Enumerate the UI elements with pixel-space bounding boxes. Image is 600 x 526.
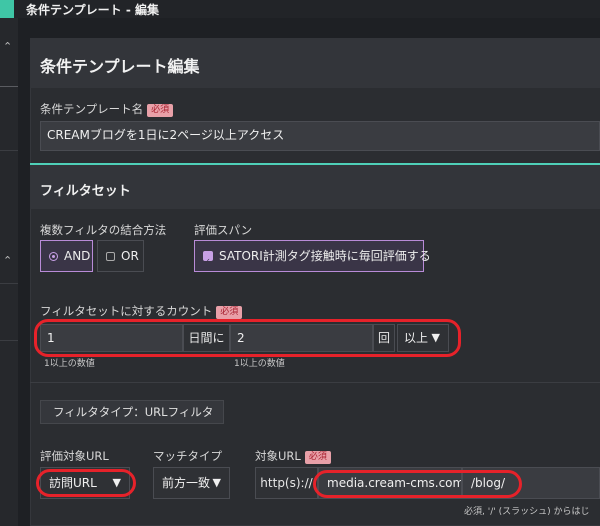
target-url-label: 評価対象URL [40, 449, 109, 463]
sidebar-divider [0, 340, 18, 341]
count-label: フィルタセットに対するカウント 必須 [40, 303, 243, 319]
sidebar-divider [0, 283, 18, 284]
brand-accent [0, 0, 14, 18]
chevron-up-icon[interactable]: ⌃ [3, 254, 12, 267]
match-type-value: 前方一致 [162, 476, 211, 490]
check-icon [203, 247, 213, 277]
window-title: 条件テンプレート - 編集 [26, 3, 159, 17]
comparator-value: 以上 [404, 331, 429, 345]
sidebar: ⌃ ⌃ [0, 18, 18, 526]
url-scheme-prefix: http(s):// [255, 467, 318, 499]
page-title: 条件テンプレート編集 [40, 57, 200, 76]
days-hint: 1以上の数値 [44, 359, 95, 369]
times-hint: 1以上の数値 [234, 359, 285, 369]
times-suffix: 回 [373, 324, 395, 352]
radio-and[interactable]: AND [40, 240, 93, 272]
radio-and-label: AND [64, 249, 91, 263]
eval-each-contact-checkbox[interactable]: SATORI計測タグ接触時に毎回評価する [194, 240, 431, 277]
required-badge: 必須 [216, 306, 243, 319]
template-name-input[interactable]: CREAMブログを1日に2ページ以上アクセス [40, 121, 600, 151]
match-type-label: マッチタイプ [153, 449, 222, 463]
radio-or-label: OR [121, 249, 139, 263]
match-type-select[interactable]: 前方一致 ▼ [153, 467, 230, 499]
sidebar-divider [0, 86, 18, 87]
target-url-select[interactable]: 訪問URL ▼ [40, 467, 130, 499]
filter-divider [30, 382, 600, 383]
radio-selected-icon [49, 252, 58, 261]
title-bar: 条件テンプレート - 編集 [0, 0, 600, 18]
url-path-input[interactable]: /blog/ [462, 467, 600, 499]
radio-unselected-icon [106, 252, 115, 261]
filter-type-tag: フィルタタイプ：URLフィルタ [40, 400, 224, 424]
filter-set-title: フィルタセット [40, 184, 131, 199]
times-input[interactable]: 2 [230, 324, 373, 352]
combine-method-label: 複数フィルタの結合方法 [40, 223, 167, 237]
target-url-value: 訪問URL [49, 476, 97, 490]
template-name-label: 条件テンプレート名 必須 [40, 101, 174, 117]
radio-or[interactable]: OR [97, 240, 144, 272]
triangle-down-icon: ▼ [212, 476, 221, 489]
target-url-field-label: 対象URL 必須 [255, 448, 331, 464]
checkbox-label: SATORI計測タグ接触時に毎回評価する [219, 249, 431, 263]
chevron-up-icon[interactable]: ⌃ [3, 40, 12, 53]
comparator-select[interactable]: 以上 ▼ [397, 324, 449, 352]
days-suffix: 日間に [183, 324, 230, 352]
triangle-down-icon: ▼ [431, 331, 440, 344]
eval-span-label: 評価スパン [194, 223, 253, 237]
url-domain-input[interactable]: media.cream-cms.com [318, 467, 462, 499]
triangle-down-icon: ▼ [112, 476, 121, 489]
url-hint: 必須, '/' (スラッシュ) からはじ [464, 507, 590, 517]
sidebar-divider [0, 150, 18, 151]
days-input[interactable]: 1 [40, 324, 183, 352]
required-badge: 必須 [304, 451, 331, 464]
required-badge: 必須 [147, 104, 174, 117]
